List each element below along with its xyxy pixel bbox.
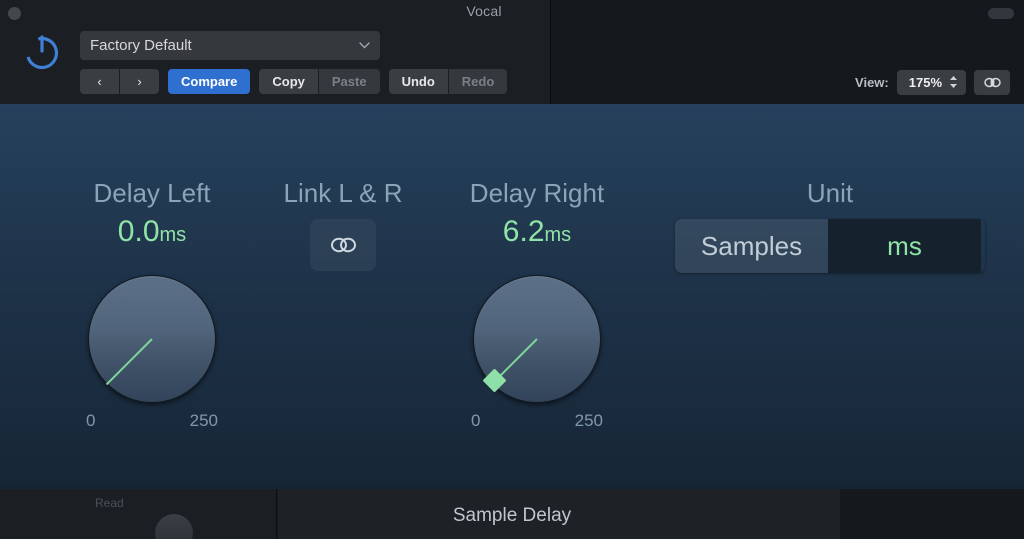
delay-left-number: 0.0 bbox=[117, 215, 160, 248]
delay-left-label: Delay Left bbox=[93, 178, 211, 208]
delay-left-knob[interactable]: 0 250 bbox=[86, 275, 218, 430]
unit-option-ms[interactable]: ms bbox=[828, 219, 981, 273]
compare-button[interactable]: Compare bbox=[168, 69, 251, 94]
prev-preset-button[interactable]: ‹ bbox=[80, 69, 119, 94]
view-label: View: bbox=[855, 74, 889, 90]
knob-pointer bbox=[483, 338, 538, 392]
delay-right-number: 6.2 bbox=[502, 215, 545, 248]
next-preset-button[interactable]: › bbox=[120, 69, 159, 94]
control-delay-right: Delay Right 6.2ms 0 250 bbox=[447, 178, 627, 430]
zoom-stepper[interactable]: 175% bbox=[896, 69, 966, 95]
window-title: Vocal bbox=[466, 3, 502, 19]
stepper-updown-icon[interactable] bbox=[949, 75, 958, 89]
power-icon[interactable] bbox=[21, 30, 63, 72]
link-toggle-button[interactable] bbox=[310, 219, 376, 271]
compare-button-group: Compare bbox=[168, 69, 251, 94]
plugin-header: Vocal Factory Default ‹ › Compare Copy P… bbox=[0, 0, 1024, 104]
delay-left-ticks: 0 250 bbox=[72, 411, 232, 431]
redo-button[interactable]: Redo bbox=[448, 69, 508, 94]
delay-right-knob[interactable]: 0 250 bbox=[471, 275, 603, 430]
header-link-icon[interactable] bbox=[974, 69, 1010, 95]
delay-left-value[interactable]: 0.0ms bbox=[62, 215, 242, 249]
copy-button[interactable]: Copy bbox=[259, 69, 318, 94]
control-unit: Unit Samples ms bbox=[675, 178, 985, 273]
undo-button[interactable]: Undo bbox=[388, 69, 448, 94]
preset-dropdown[interactable]: Factory Default bbox=[80, 31, 380, 60]
control-delay-left: Delay Left 0.0ms 0 250 bbox=[62, 178, 242, 430]
delay-right-min-tick: 0 bbox=[471, 411, 481, 430]
delay-right-unit: ms bbox=[544, 224, 572, 246]
delay-left-unit: ms bbox=[159, 224, 187, 246]
control-link: Link L & R bbox=[255, 178, 431, 271]
plugin-window: Vocal Factory Default ‹ › Compare Copy P… bbox=[0, 0, 1024, 539]
unit-option-samples[interactable]: Samples bbox=[675, 219, 828, 273]
delay-left-min-tick: 0 bbox=[86, 411, 96, 430]
plugin-panel: Delay Left 0.0ms 0 250 Link L & R Delay … bbox=[0, 104, 1024, 489]
toolbar-button-row: ‹ › Compare Copy Paste Undo Redo bbox=[80, 69, 508, 94]
delay-right-value[interactable]: 6.2ms bbox=[447, 215, 627, 249]
nav-button-group: ‹ › bbox=[80, 69, 159, 94]
knob-pointer bbox=[105, 338, 153, 386]
plugin-name-label: Sample Delay bbox=[452, 505, 572, 526]
delay-left-max-tick: 250 bbox=[189, 411, 218, 430]
preset-value: Factory Default bbox=[90, 37, 192, 54]
delay-right-label: Delay Right bbox=[469, 178, 605, 208]
link-icon bbox=[331, 237, 356, 253]
unit-segmented-control: Samples ms bbox=[675, 219, 985, 273]
undo-redo-group: Undo Redo bbox=[388, 69, 508, 94]
link-label: Link L & R bbox=[283, 178, 403, 208]
delay-right-ticks: 0 250 bbox=[457, 411, 617, 431]
copy-paste-group: Copy Paste bbox=[259, 69, 380, 94]
view-controls: View: 175% bbox=[855, 69, 1010, 95]
paste-button[interactable]: Paste bbox=[318, 69, 380, 94]
chevron-down-icon bbox=[359, 42, 370, 49]
zoom-value: 175% bbox=[908, 74, 942, 90]
delay-right-max-tick: 250 bbox=[574, 411, 603, 430]
unit-label: Unit bbox=[806, 178, 854, 208]
